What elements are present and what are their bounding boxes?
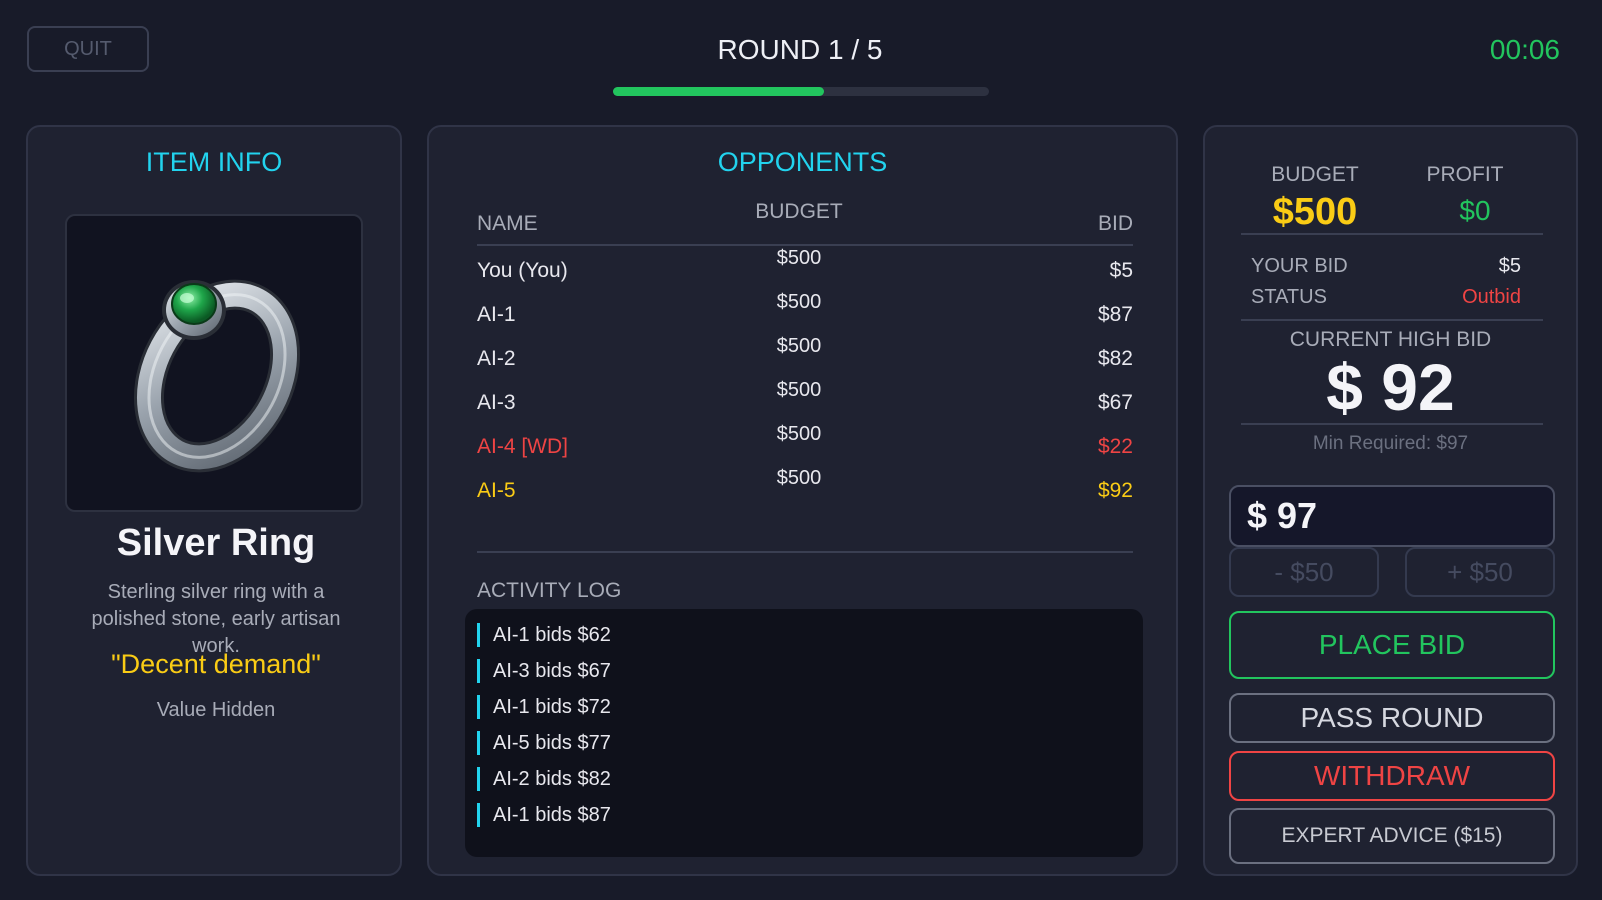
opponent-bid: $5 [1109,259,1133,282]
opponent-bid: $92 [1097,479,1133,502]
column-header-name: NAME [477,212,538,235]
opponent-name: AI-3 [477,391,516,414]
opponent-bid: $87 [1097,303,1133,326]
opponent-budget: $500 [776,335,822,357]
opponent-budget: $500 [776,467,822,489]
round-indicator: ROUND 1 / 5 [717,34,883,65]
high-bid-divider [1241,423,1543,425]
log-entry: AI-3 bids $67 [477,659,611,683]
high-bid-value: $ 92 [1326,350,1455,424]
log-entry: AI-1 bids $87 [477,803,611,827]
decrease-bid-button[interactable]: - $50 [1229,547,1379,597]
status-label: STATUS [1251,286,1327,308]
round-progress-bar [613,87,989,96]
round-progress-fill [613,87,824,96]
opponent-name: You (You) [477,259,568,282]
item-demand: "Decent demand" [111,649,321,679]
column-header-bid: BID [1097,212,1133,235]
stats-divider [1241,233,1543,235]
opponent-budget: $500 [776,291,822,313]
withdraw-button[interactable]: WITHDRAW [1229,751,1555,801]
log-divider [477,551,1133,553]
increase-bid-button[interactable]: + $50 [1405,547,1555,597]
opponent-name: AI-2 [477,347,516,370]
item-description: Sterling silver ring with a polished sto… [91,581,341,657]
opponent-name: AI-5 [477,479,516,502]
opponent-name: AI-1 [477,303,516,326]
item-image [65,214,363,512]
profit-value: $0 [1459,195,1491,226]
item-name: Silver Ring [116,522,316,564]
place-bid-button[interactable]: PLACE BID [1229,611,1555,679]
opponent-budget: $500 [776,423,822,445]
item-info-panel: ITEM INFO Silver Ring Sterling silver ri… [26,125,402,876]
opponent-budget: $500 [776,379,822,401]
pass-round-button[interactable]: PASS ROUND [1229,693,1555,743]
opponent-bid: $67 [1097,391,1133,414]
timer: 00:06 [1489,34,1560,65]
budget-value: $500 [1272,191,1358,233]
expert-advice-button[interactable]: EXPERT ADVICE ($15) [1229,808,1555,864]
log-entry: AI-1 bids $62 [477,623,611,647]
column-header-budget: BUDGET [755,200,843,223]
activity-log-title: ACTIVITY LOG [477,579,622,602]
opponent-budget: $500 [776,247,822,269]
activity-log[interactable]: AI-1 bids $62 AI-3 bids $67 AI-1 bids $72 A… [465,609,1143,857]
item-info-title: ITEM INFO [145,147,283,177]
opponents-title: OPPONENTS [717,147,888,177]
silver-ring-icon [133,279,301,473]
item-value-note: Value Hidden [156,699,276,721]
bid-amount-input[interactable]: $ 97 [1229,485,1555,547]
opponent-bid: $82 [1097,347,1133,370]
status-divider [1241,319,1543,321]
budget-label: BUDGET [1271,163,1359,186]
quit-button[interactable]: QUIT [27,26,149,72]
profit-label: PROFIT [1426,163,1504,186]
your-bid-label: YOUR BID [1251,255,1348,277]
opponents-panel: OPPONENTS NAME BUDGET BID You (You) $500 $… [427,125,1178,876]
log-entry: AI-1 bids $72 [477,695,611,719]
player-panel: BUDGET $500 PROFIT $0 YOUR BID $5 STATUS… [1203,125,1578,876]
table-header-divider [477,244,1133,246]
opponent-name: AI-4 [WD] [477,435,569,458]
your-bid-value: $5 [1498,255,1521,277]
status-value: Outbid [1462,286,1521,308]
log-entry: AI-2 bids $82 [477,767,611,791]
opponent-bid: $22 [1097,435,1133,458]
min-required: Min Required: $97 [1312,433,1469,454]
log-entry: AI-5 bids $77 [477,731,611,755]
